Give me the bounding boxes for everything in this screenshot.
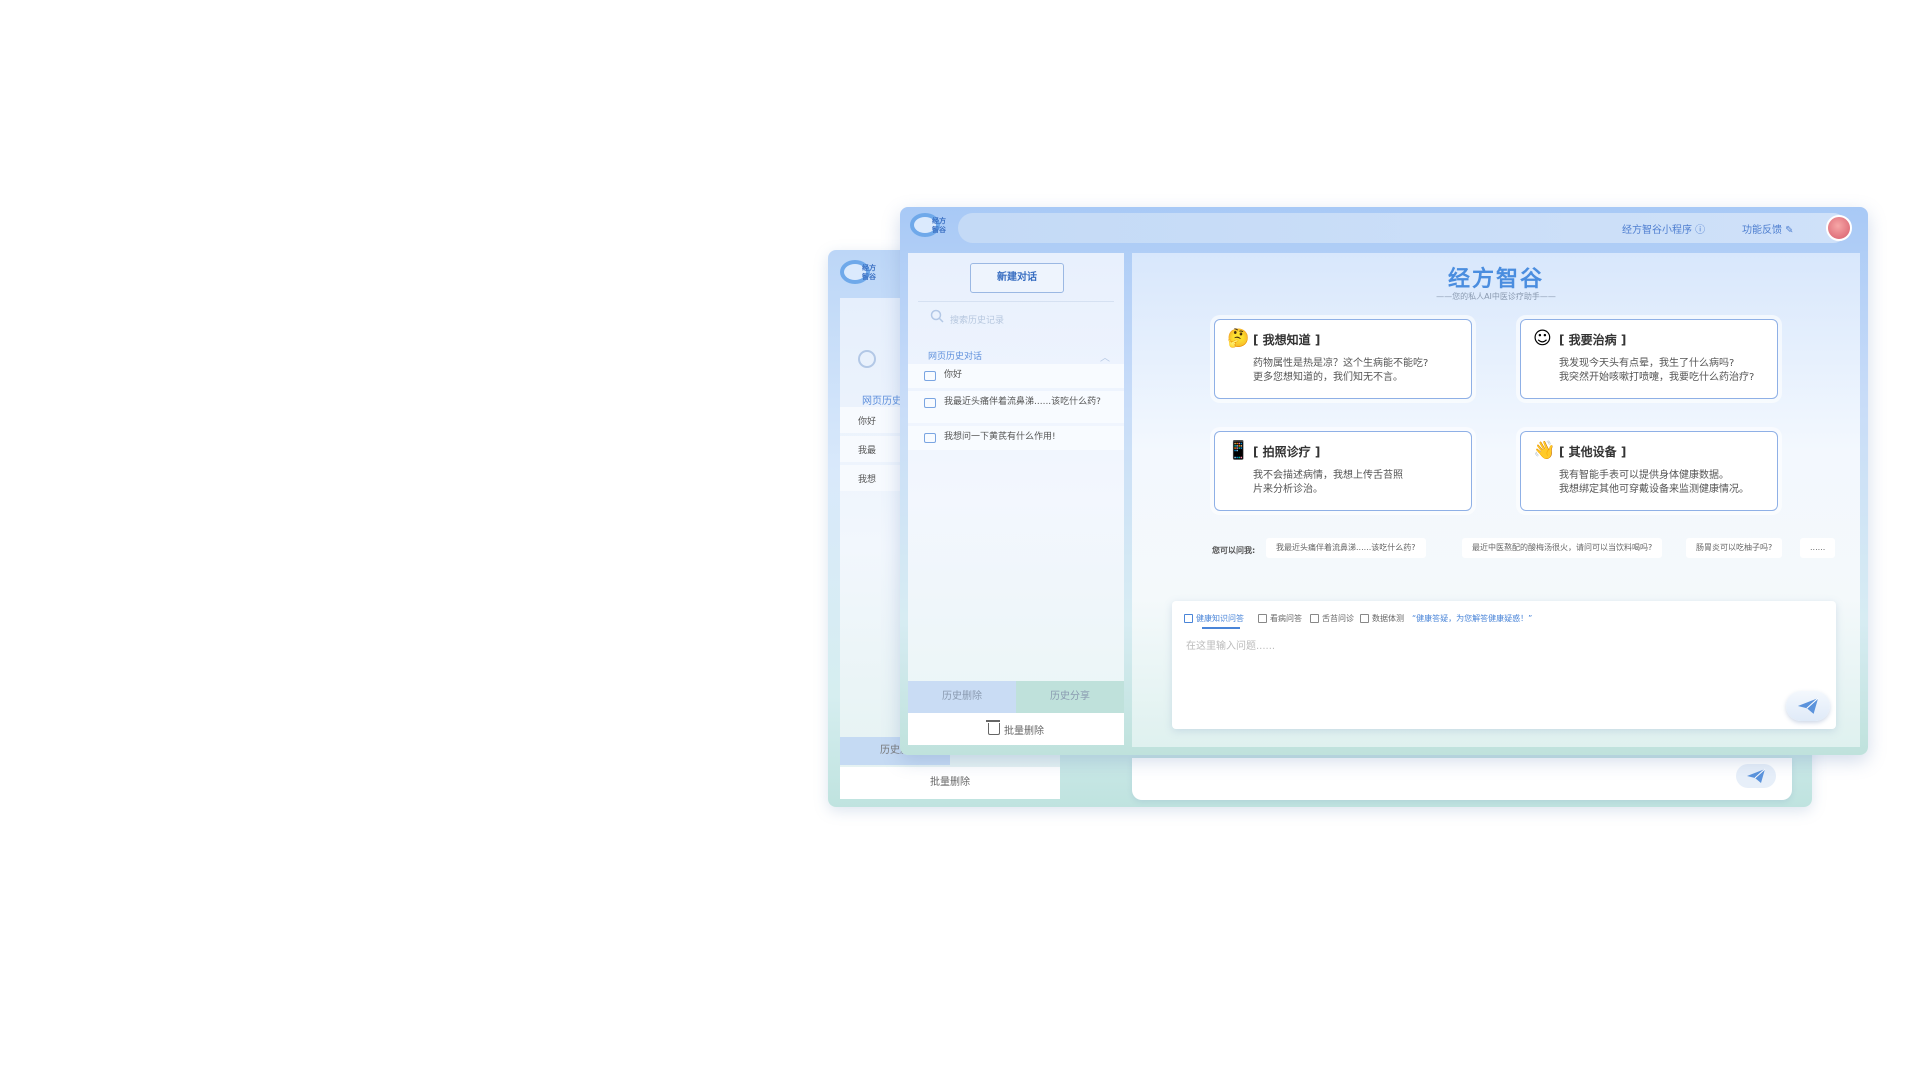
card-line: 我不会描述病情，我想上传舌苔照 — [1253, 470, 1403, 481]
feature-card-know[interactable]: 🤔 [ 我想知道 ] 药物属性是热是凉？这个生病能不能吃? 更多您想知道的，我们… — [1214, 319, 1472, 399]
history-share-tab[interactable]: 历史分享 — [1016, 681, 1124, 713]
paper-plane-icon — [1797, 697, 1819, 714]
suggestion-chip[interactable]: 我最近头痛伴着流鼻涕......该吃什么药? — [1266, 538, 1426, 558]
history-search-input[interactable]: 搜索历史记录 — [950, 313, 1004, 326]
trash-icon — [986, 720, 1000, 735]
top-bar — [958, 213, 1848, 243]
feedback-link[interactable]: 功能反馈 ✎ — [1742, 221, 1794, 236]
app-logo: 经方智谷 — [840, 256, 886, 292]
app-window: 经方智谷 经方智谷小程序 ⓘ 功能反馈 ✎ 新建对话 搜索历史记录 网页历史对话… — [900, 207, 1868, 755]
card-title: [ 我想知道 ] — [1253, 333, 1321, 347]
chat-bubble-icon — [924, 371, 936, 381]
tab-icon — [1184, 614, 1193, 623]
batch-delete-button[interactable]: 批量删除 — [840, 767, 1060, 799]
tab-health-qa[interactable]: 健康知识问答 — [1184, 613, 1244, 624]
sidebar-section-title: 网页历史 — [862, 396, 902, 407]
page-subtitle: ——您的私人AI中医诊疗助手—— — [1436, 292, 1556, 301]
card-line: 我想绑定其他可穿戴设备来监测健康情况。 — [1559, 484, 1749, 495]
divider — [918, 301, 1114, 302]
chat-bubble-icon — [924, 398, 936, 408]
send-button[interactable] — [1786, 691, 1830, 721]
main-panel: 经方智谷 ——您的私人AI中医诊疗助手—— 🤔 [ 我想知道 ] 药物属性是热是… — [1132, 253, 1860, 747]
feature-card-devices[interactable]: 👋 [ 其他设备 ] 我有智能手表可以提供身体健康数据。 我想绑定其他可穿戴设备… — [1520, 431, 1778, 511]
history-item[interactable]: 你好 — [908, 364, 1124, 388]
tab-icon — [1360, 614, 1369, 623]
input-slogan: “健康答疑，为您解答健康疑惑！” — [1412, 614, 1533, 623]
paper-plane-icon — [1747, 768, 1766, 783]
batch-delete-button[interactable]: 批量删除 — [908, 713, 1124, 745]
new-chat-button[interactable]: 新建对话 — [970, 263, 1064, 293]
tab-icon — [1310, 614, 1319, 623]
card-line: 我突然开始咳嗽打喷嚏，我要吃什么药治疗? — [1559, 372, 1755, 383]
suggestion-label: 您可以问我: — [1212, 546, 1256, 555]
card-title: [ 我要治病 ] — [1559, 333, 1627, 347]
history-actions: 历史删除 历史分享 — [908, 681, 1124, 713]
card-title: [ 拍照诊疗 ] — [1253, 445, 1321, 459]
sidebar: 新建对话 搜索历史记录 网页历史对话 ︿ 你好 我最近头痛伴着流鼻涕......… — [908, 253, 1124, 745]
card-line: 我发现今天头有点晕，我生了什么病吗? — [1559, 358, 1735, 369]
chat-input-panel: 健康知识问答 看病问答 舌苔问诊 数据体测 “健康答疑，为您解答健康疑惑！” 在… — [1172, 601, 1836, 729]
tab-data-measure[interactable]: 数据体测 — [1360, 613, 1404, 624]
card-line: 片来分析诊治。 — [1253, 484, 1323, 495]
send-button[interactable] — [1736, 764, 1776, 788]
card-line: 我有智能手表可以提供身体健康数据。 — [1559, 470, 1729, 481]
card-line: 更多您想知道的，我们知无不言。 — [1253, 372, 1403, 383]
feature-card-treat[interactable]: ☺ [ 我要治病 ] 我发现今天头有点晕，我生了什么病吗? 我突然开始咳嗽打喷嚏… — [1520, 319, 1778, 399]
suggestion-chip[interactable]: 肠胃炎可以吃柚子吗? — [1686, 538, 1783, 558]
card-title: [ 其他设备 ] — [1559, 445, 1627, 459]
smiling-face-icon: ☺ — [1533, 328, 1552, 349]
history-item[interactable]: 我最近头痛伴着流鼻涕......该吃什么药? — [908, 391, 1124, 423]
feature-card-photo[interactable]: 📱 [ 拍照诊疗 ] 我不会描述病情，我想上传舌苔照 片来分析诊治。 — [1214, 431, 1472, 511]
search-icon — [930, 309, 944, 323]
background-input-box[interactable] — [1132, 758, 1792, 800]
waving-hand-icon: 👋 — [1533, 440, 1556, 461]
tab-icon — [1258, 614, 1267, 623]
sidebar-section-title: 网页历史对话 — [928, 352, 983, 362]
tab-tongue-diagnosis[interactable]: 舌苔问诊 — [1310, 613, 1354, 624]
history-item[interactable]: 我想问一下黄芪有什么作用! — [908, 426, 1124, 450]
thinking-face-icon: 🤔 — [1227, 328, 1250, 349]
app-logo: 经方智谷 — [910, 209, 956, 245]
suggestion-chip[interactable]: 最近中医熬配的酸梅汤很火，请问可以当饮料喝吗? — [1462, 538, 1663, 558]
avatar[interactable] — [1826, 215, 1852, 241]
phone-icon: 📱 — [1227, 440, 1250, 461]
chat-bubble-icon — [924, 433, 936, 443]
card-line: 药物属性是热是凉？这个生病能不能吃? — [1253, 358, 1429, 369]
suggestion-more[interactable]: ...... — [1800, 538, 1836, 558]
miniprogram-link[interactable]: 经方智谷小程序 ⓘ — [1622, 221, 1705, 236]
page-title: 经方智谷 — [1447, 267, 1544, 292]
active-tab-indicator — [1202, 627, 1240, 629]
tab-diagnosis-qa[interactable]: 看病问答 — [1258, 613, 1302, 624]
history-delete-tab[interactable]: 历史删除 — [908, 681, 1016, 713]
chevron-up-icon[interactable]: ︿ — [1100, 349, 1110, 364]
search-icon — [858, 350, 876, 368]
question-input[interactable]: 在这里输入问题...... — [1186, 637, 1275, 652]
